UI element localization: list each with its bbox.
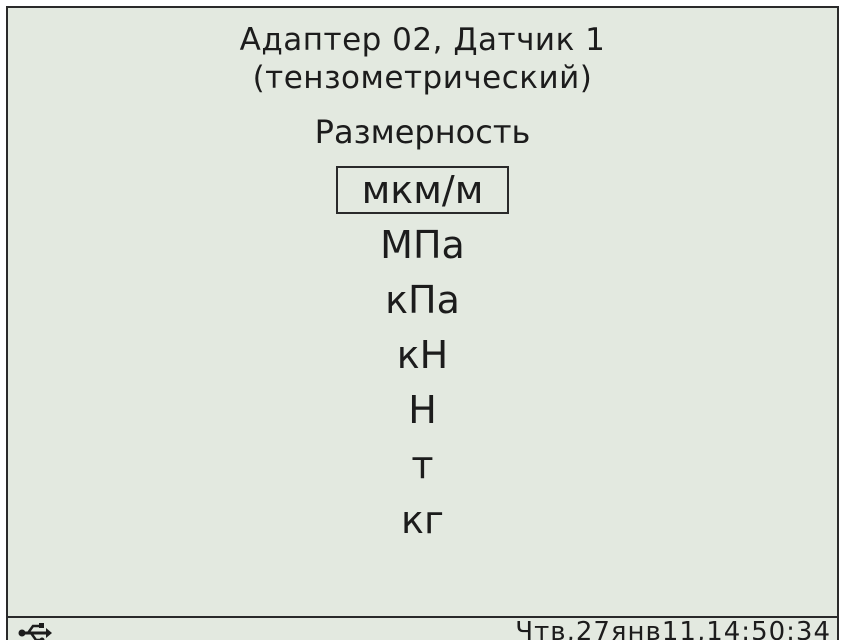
unit-option-mpa[interactable]: МПа	[8, 217, 837, 272]
unit-label: кПа	[385, 277, 460, 322]
unit-list: мкм/м МПа кПа кН Н т кг	[8, 162, 837, 547]
unit-option-t[interactable]: т	[8, 437, 837, 492]
unit-label: мкм/м	[335, 165, 510, 214]
unit-option-n[interactable]: Н	[8, 382, 837, 437]
unit-label: МПа	[380, 222, 465, 267]
unit-option-kn[interactable]: кН	[8, 327, 837, 382]
status-bar: Чтв,27янв11,14:50:34	[8, 616, 837, 640]
unit-label: кг	[401, 497, 444, 542]
unit-option-mkm-m[interactable]: мкм/м	[8, 162, 837, 217]
usb-icon	[18, 623, 52, 640]
unit-label: Н	[408, 387, 437, 432]
device-screen: Адаптер 02, Датчик 1 (тензометрический) …	[6, 6, 839, 640]
header-subtitle: (тензометрический)	[252, 60, 593, 96]
section-title: Размерность	[314, 113, 531, 151]
unit-label: кН	[396, 332, 449, 377]
unit-option-kpa[interactable]: кПа	[8, 272, 837, 327]
header-title: Адаптер 02, Датчик 1	[239, 22, 606, 58]
unit-label: т	[411, 442, 434, 487]
datetime-readout: Чтв,27янв11,14:50:34	[515, 617, 831, 640]
unit-option-kg[interactable]: кг	[8, 492, 837, 547]
